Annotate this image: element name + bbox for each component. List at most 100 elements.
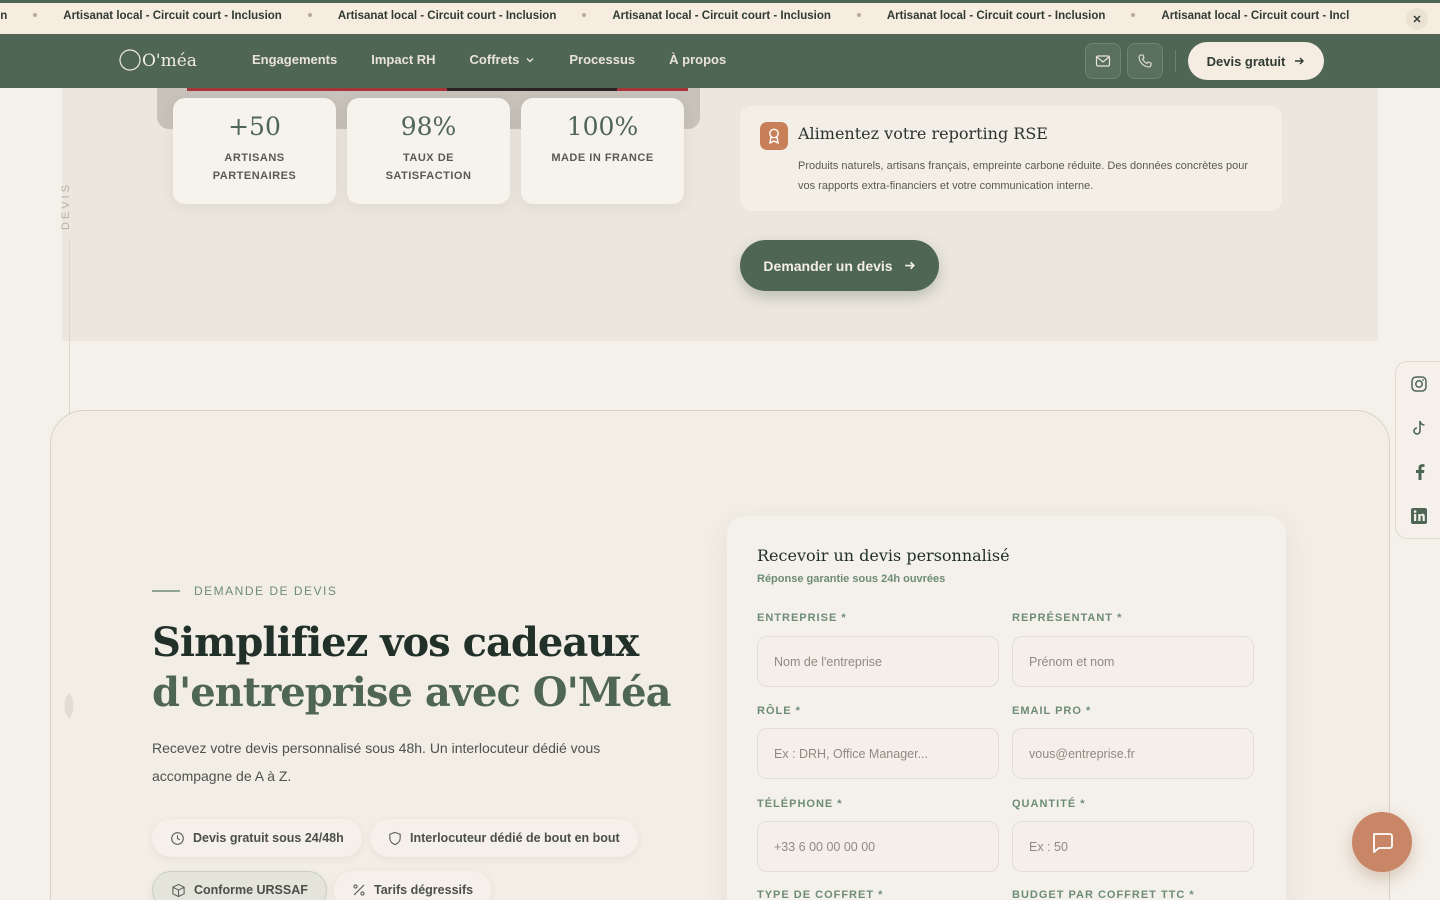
email-label: EMAIL PRO * (1012, 705, 1092, 717)
ticker-dot (307, 12, 312, 17)
chip-label: Interlocuteur dédié de bout en bout (410, 831, 620, 845)
eyebrow: DEMANDE DE DEVIS (152, 584, 337, 598)
facebook-icon (1416, 464, 1425, 480)
award-icon (760, 122, 788, 150)
shield-icon (389, 831, 401, 845)
headline-line-2: d'entreprise avec O'Méa (152, 669, 672, 716)
quantite-label: QUANTITÉ * (1012, 798, 1086, 810)
quote-form: Recevoir un devis personnalisé Réponse g… (727, 516, 1286, 900)
entreprise-label: ENTREPRISE * (757, 612, 847, 624)
quantite-field[interactable] (1012, 821, 1254, 872)
chip-urssaf: Conforme URSSAF (152, 871, 327, 900)
tiktok-icon (1413, 420, 1425, 435)
logo-text: O'méa (142, 51, 197, 71)
percent-icon (353, 884, 365, 896)
role-field[interactable] (757, 728, 999, 779)
form-title: Recevoir un devis personnalisé (757, 546, 1010, 565)
ticker-item: Artisanat local - Circuit court - Inclus… (63, 10, 282, 22)
devis-gratuit-button[interactable]: Devis gratuit (1188, 42, 1324, 80)
entreprise-field[interactable] (757, 636, 999, 687)
mail-button[interactable] (1085, 43, 1121, 79)
social-rail (1395, 361, 1440, 539)
nav-engagements[interactable]: Engagements (252, 52, 337, 67)
chevron-down-icon (526, 57, 534, 62)
ticker-dot (856, 12, 861, 17)
main-nav: Engagements Impact RH Coffrets Processus… (252, 52, 760, 67)
phone-button[interactable] (1127, 43, 1163, 79)
telephone-field[interactable] (757, 821, 999, 872)
linkedin-link[interactable] (1408, 505, 1430, 527)
stat-label: TAUX DE SATISFACTION (385, 152, 472, 182)
nav-a-propos[interactable]: À propos (669, 52, 726, 67)
stat-value: 98% (400, 112, 457, 141)
eyebrow-text: DEMANDE DE DEVIS (194, 584, 338, 598)
close-icon (1413, 15, 1421, 23)
type-coffret-label: TYPE DE COFFRET * (757, 889, 884, 900)
demander-devis-button[interactable]: Demander un devis (740, 240, 939, 291)
chip-interlocuteur: Interlocuteur dédié de bout en bout (370, 819, 638, 857)
eyebrow-line (152, 590, 180, 592)
stat-label: ARTISANS PARTENAIRES (212, 152, 297, 182)
stat-card-artisans: +50 ARTISANS PARTENAIRES (173, 98, 336, 204)
ticker-dot (582, 12, 587, 17)
ticker-progress-track (1010, 0, 1440, 3)
ticker-item: Artisanat local - Circuit court - Inclus… (337, 10, 557, 22)
lead-text: Recevez votre devis personnalisé sous 48… (152, 740, 601, 784)
leaf-icon (64, 693, 74, 719)
linkedin-icon (1411, 508, 1427, 524)
logo[interactable]: O'méa (118, 46, 198, 76)
tiktok-link[interactable] (1408, 417, 1430, 439)
box-icon (172, 883, 185, 897)
chip-label: Tarifs dégressifs (374, 883, 474, 897)
mail-icon (1095, 55, 1111, 67)
chip-label: Devis gratuit sous 24/48h (193, 831, 344, 845)
stat-label: MADE IN FRANCE (551, 152, 654, 164)
ticker-item: nclusion (0, 10, 8, 22)
nav-label: Impact RH (371, 52, 436, 67)
nav-label: Coffrets (469, 52, 520, 67)
ticker-track: nclusion Artisanat local - Circuit court … (0, 10, 1349, 22)
nav-label: Engagements (252, 52, 338, 67)
rse-title: Alimentez votre reporting RSE (798, 124, 1048, 143)
nav-label: À propos (669, 52, 727, 67)
site-header: O'méa Engagements Impact RH Coffrets Pro… (0, 34, 1440, 88)
page-title: Simplifiez vos cadeaux d'entreprise avec… (152, 618, 692, 718)
ticker-progress (0, 0, 1010, 3)
chip-label: Conforme URSSAF (194, 883, 308, 897)
chat-button[interactable] (1352, 812, 1412, 872)
email-field[interactable] (1012, 728, 1254, 779)
demander-devis-label: Demander un devis (763, 257, 893, 274)
headline-line-1: Simplifiez vos cadeaux (152, 619, 639, 666)
facebook-link[interactable] (1408, 461, 1430, 483)
nav-processus[interactable]: Processus (569, 52, 635, 67)
devis-gratuit-label: Devis gratuit (1206, 53, 1286, 69)
ticker-item: Artisanat local - Circuit court - Incl (1161, 10, 1350, 22)
telephone-label: TÉLÉPHONE * (757, 798, 843, 810)
section-side-label: DEVIS (60, 181, 72, 230)
rse-card: Alimentez votre reporting RSE Produits n… (740, 106, 1282, 211)
nav-impact-rh[interactable]: Impact RH (371, 52, 435, 67)
ticker-dot (33, 12, 38, 17)
budget-label: BUDGET PAR COFFRET TTC * (1012, 889, 1195, 900)
chip-tarifs: Tarifs dégressifs (334, 871, 492, 900)
arrow-right-icon (904, 261, 915, 270)
nav-coffrets[interactable]: Coffrets (470, 52, 536, 67)
logo-mark: O'méa (119, 49, 197, 71)
stat-value: +50 (228, 112, 281, 141)
role-label: RÔLE * (757, 705, 801, 717)
stat-card-made-in-france: 100% MADE IN FRANCE (521, 98, 684, 204)
header-divider (1175, 50, 1176, 72)
announcement-ticker: nclusion Artisanat local - Circuit court … (0, 0, 1440, 34)
ticker-dot (1131, 12, 1136, 17)
nav-label: Processus (569, 52, 636, 67)
ticker-item: Artisanat local - Circuit court - Inclus… (886, 10, 1106, 22)
instagram-link[interactable] (1408, 373, 1430, 395)
phone-icon (1138, 54, 1152, 68)
stat-card-satisfaction: 98% TAUX DE SATISFACTION (347, 98, 510, 204)
representant-field[interactable] (1012, 636, 1254, 687)
ticker-item: Artisanat local - Circuit court - Inclus… (612, 10, 831, 22)
chat-icon (1373, 833, 1393, 853)
ticker-close-button[interactable] (1406, 8, 1428, 30)
instagram-icon (1411, 376, 1427, 392)
clock-icon (171, 831, 184, 845)
